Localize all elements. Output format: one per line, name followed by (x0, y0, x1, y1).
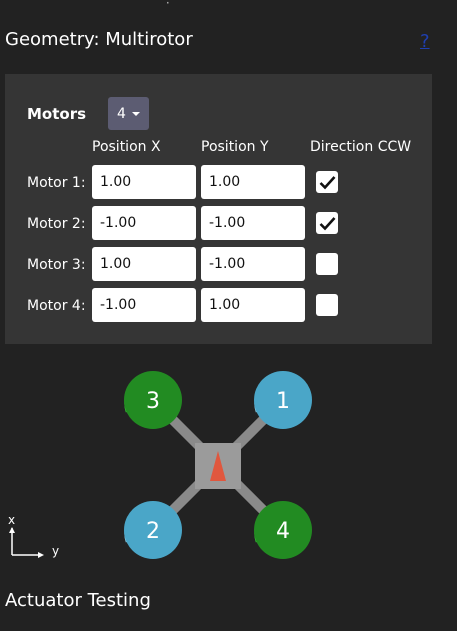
multirotor-diagram: 3 1 2 4 (124, 371, 312, 559)
motor-1-disc: 1 (254, 371, 312, 429)
chevron-down-icon (131, 111, 140, 116)
motor-2-label: Motor 2: (27, 216, 86, 232)
motor-2-number: 2 (146, 519, 160, 544)
geometry-title: Geometry: Multirotor (5, 29, 193, 50)
checkmark-icon (319, 175, 335, 189)
motor-1-y-input[interactable] (201, 165, 305, 199)
help-link[interactable]: ? (420, 31, 430, 52)
motor-2-disc: 2 (124, 501, 182, 559)
header-position-x: Position X (92, 139, 161, 155)
motor-3-y-input[interactable] (201, 247, 305, 281)
motor-4-ccw-checkbox[interactable] (316, 294, 338, 316)
axis-y-arrow-icon (38, 552, 44, 558)
axis-x-arrow-icon (9, 527, 15, 533)
axes-indicator: x y (8, 513, 59, 558)
axis-x-label: x (8, 513, 15, 527)
axis-y-label: y (52, 544, 59, 558)
motor-1-number: 1 (276, 389, 290, 414)
motor-4-number: 4 (276, 519, 290, 544)
motor-3-number: 3 (146, 389, 160, 414)
motors-panel: Motors 4 Position X Position Y Direction… (5, 74, 432, 344)
motor-2-ccw-checkbox[interactable] (316, 212, 338, 234)
motor-2-x-input[interactable] (92, 206, 196, 240)
motor-3-ccw-checkbox[interactable] (316, 253, 338, 275)
scrolled-off-text: ⌒ · (150, 0, 180, 6)
motor-1-label: Motor 1: (27, 175, 86, 191)
motor-4-y-input[interactable] (201, 288, 305, 322)
checkmark-icon (319, 216, 335, 230)
motor-4-label: Motor 4: (27, 298, 86, 314)
motor-2-y-input[interactable] (201, 206, 305, 240)
motor-3-disc: 3 (124, 371, 182, 429)
motor-count-value: 4 (117, 105, 126, 122)
actuator-testing-title: Actuator Testing (5, 590, 151, 611)
header-position-y: Position Y (201, 139, 269, 155)
header-direction-ccw: Direction CCW (310, 139, 412, 155)
motor-3-x-input[interactable] (92, 247, 196, 281)
motor-1-ccw-checkbox[interactable] (316, 171, 338, 193)
motor-count-select[interactable]: 4 (108, 97, 149, 130)
motors-label: Motors (27, 105, 87, 123)
motor-4-disc: 4 (254, 501, 312, 559)
motor-3-label: Motor 3: (27, 257, 86, 273)
motor-1-x-input[interactable] (92, 165, 196, 199)
motor-4-x-input[interactable] (92, 288, 196, 322)
